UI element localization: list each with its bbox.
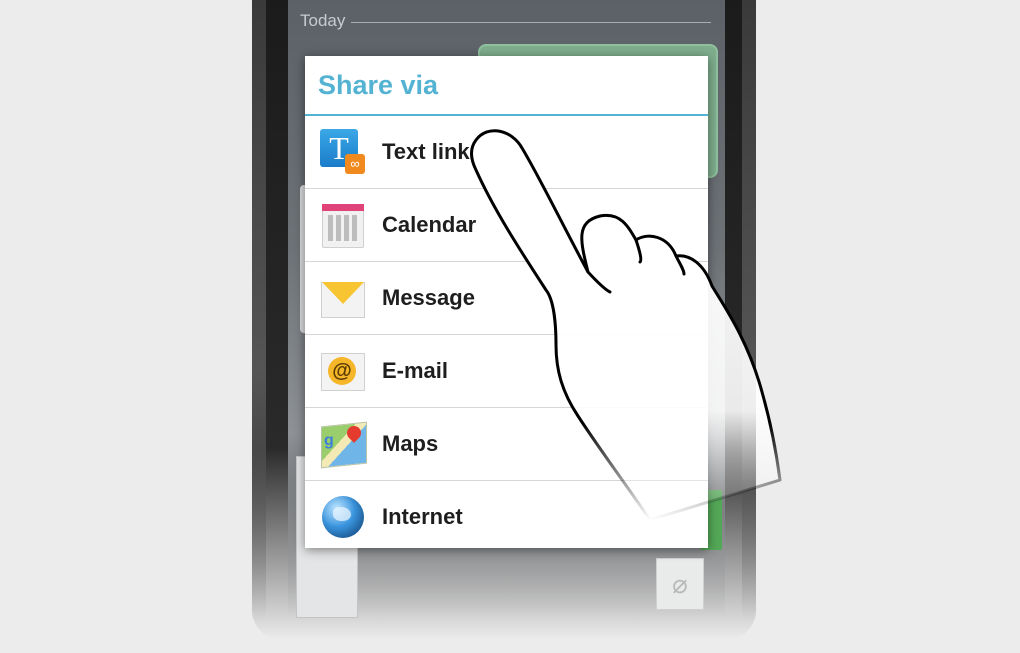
share-option-label: Calendar	[382, 212, 477, 237]
phone-edge-left	[252, 0, 266, 620]
share-option-maps[interactable]: g Maps	[305, 408, 708, 481]
email-icon: @	[319, 347, 367, 395]
attach-paperclip-icon[interactable]: ⌀	[656, 558, 704, 610]
share-option-label: E-mail	[382, 358, 449, 383]
share-option-label: Maps	[382, 431, 439, 456]
dialog-title: Share via	[305, 56, 708, 116]
calendar-icon	[319, 201, 367, 249]
message-icon	[319, 274, 367, 322]
share-option-calendar[interactable]: Calendar	[305, 189, 708, 262]
share-option-label: Text link	[382, 139, 470, 164]
share-option-text-link[interactable]: T ∞ Text link	[305, 116, 708, 189]
share-option-email[interactable]: @ E-mail	[305, 335, 708, 408]
text-link-icon: T ∞	[319, 128, 367, 176]
share-via-dialog: Share via T ∞ Text link Calendar Message …	[305, 56, 708, 548]
share-option-message[interactable]: Message	[305, 262, 708, 335]
share-option-label: Internet	[382, 504, 463, 529]
date-separator-line	[351, 21, 711, 23]
share-option-internet[interactable]: Internet	[305, 481, 708, 553]
share-option-label: Message	[382, 285, 475, 310]
internet-icon	[319, 493, 367, 541]
maps-icon: g	[319, 420, 367, 469]
date-separator-label: Today	[300, 11, 346, 30]
date-separator: Today	[300, 10, 711, 32]
phone-edge-right	[742, 0, 756, 620]
share-options-list: T ∞ Text link Calendar Message @ E-mail g	[305, 116, 708, 553]
